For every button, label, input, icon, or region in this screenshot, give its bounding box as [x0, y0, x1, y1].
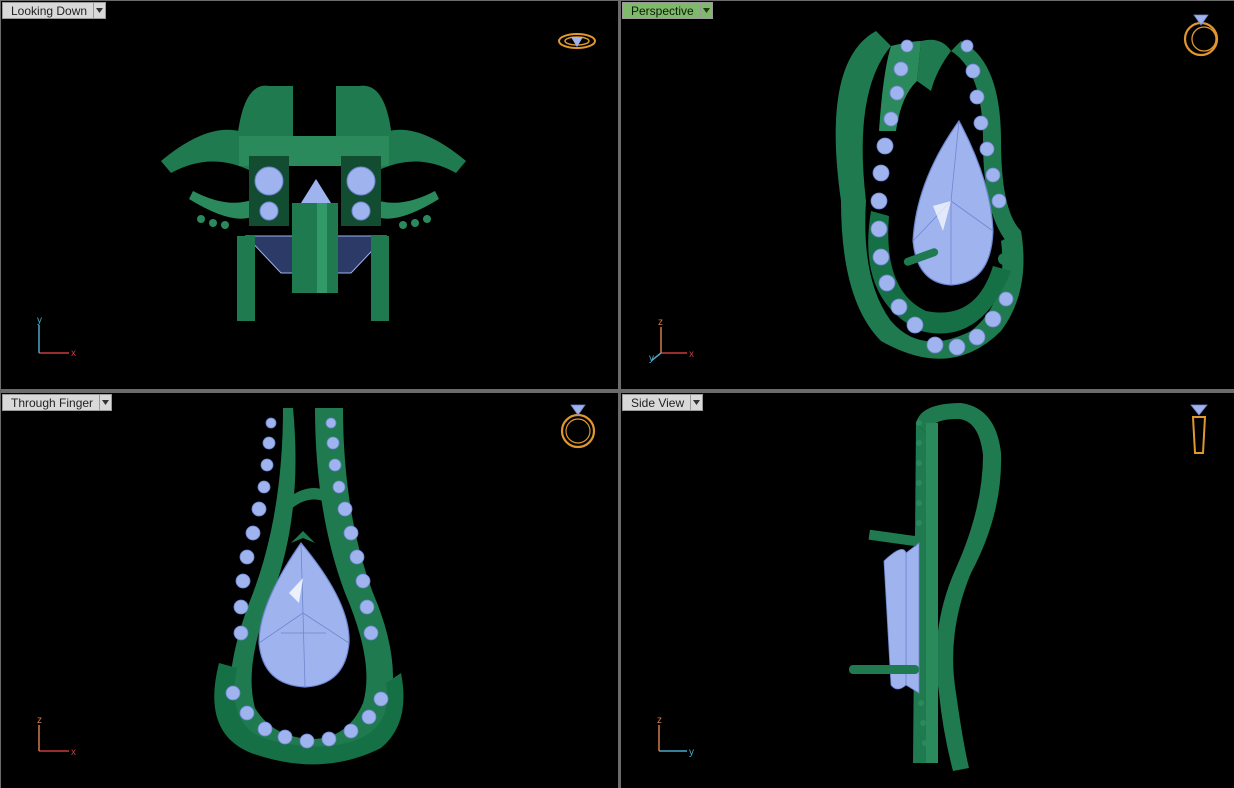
axis-z-label: z	[657, 715, 662, 726]
axis-z-label: z	[658, 317, 663, 328]
viewport-perspective[interactable]: x z y Perspective	[621, 1, 1234, 389]
viewport-header[interactable]: Perspective	[622, 2, 713, 19]
dropdown-arrow-icon[interactable]	[93, 2, 107, 19]
pendant-perspective-render: x z y	[649, 14, 1219, 364]
ring-orientation-icon[interactable]	[1183, 14, 1219, 57]
axis-x-label: x	[71, 348, 76, 359]
viewport-through-finger[interactable]: x z Through Finger	[1, 393, 618, 788]
viewport-title-label[interactable]: Through Finger	[2, 394, 100, 411]
viewport-title-label[interactable]: Perspective	[622, 2, 700, 19]
viewport-side-view[interactable]: y z Side View	[621, 393, 1234, 788]
ring-orientation-icon[interactable]	[560, 404, 596, 449]
dropdown-arrow-icon[interactable]	[699, 2, 713, 19]
pendant-side-render: y z	[657, 403, 1208, 771]
viewport-title-label[interactable]: Side View	[622, 394, 691, 411]
axis-z-label: z	[37, 715, 42, 726]
pendant-top-render: x y	[37, 33, 596, 359]
axis-y-label: y	[689, 747, 694, 758]
axis-x-label: x	[71, 747, 76, 758]
dropdown-arrow-icon[interactable]	[690, 394, 704, 411]
pendant-front-render: x z	[37, 404, 596, 765]
axis-x-label: x	[689, 349, 694, 360]
viewport-looking-down[interactable]: x y Looking Down	[1, 1, 618, 389]
ring-orientation-icon[interactable]	[558, 33, 596, 49]
viewport-title-label[interactable]: Looking Down	[2, 2, 94, 19]
dropdown-arrow-icon[interactable]	[99, 394, 113, 411]
viewport-header[interactable]: Side View	[622, 394, 704, 411]
axis-y-label: y	[649, 353, 654, 364]
ring-orientation-icon[interactable]	[1190, 404, 1208, 454]
axis-y-label: y	[37, 315, 42, 326]
viewport-header[interactable]: Through Finger	[2, 394, 113, 411]
viewport-header[interactable]: Looking Down	[2, 2, 107, 19]
